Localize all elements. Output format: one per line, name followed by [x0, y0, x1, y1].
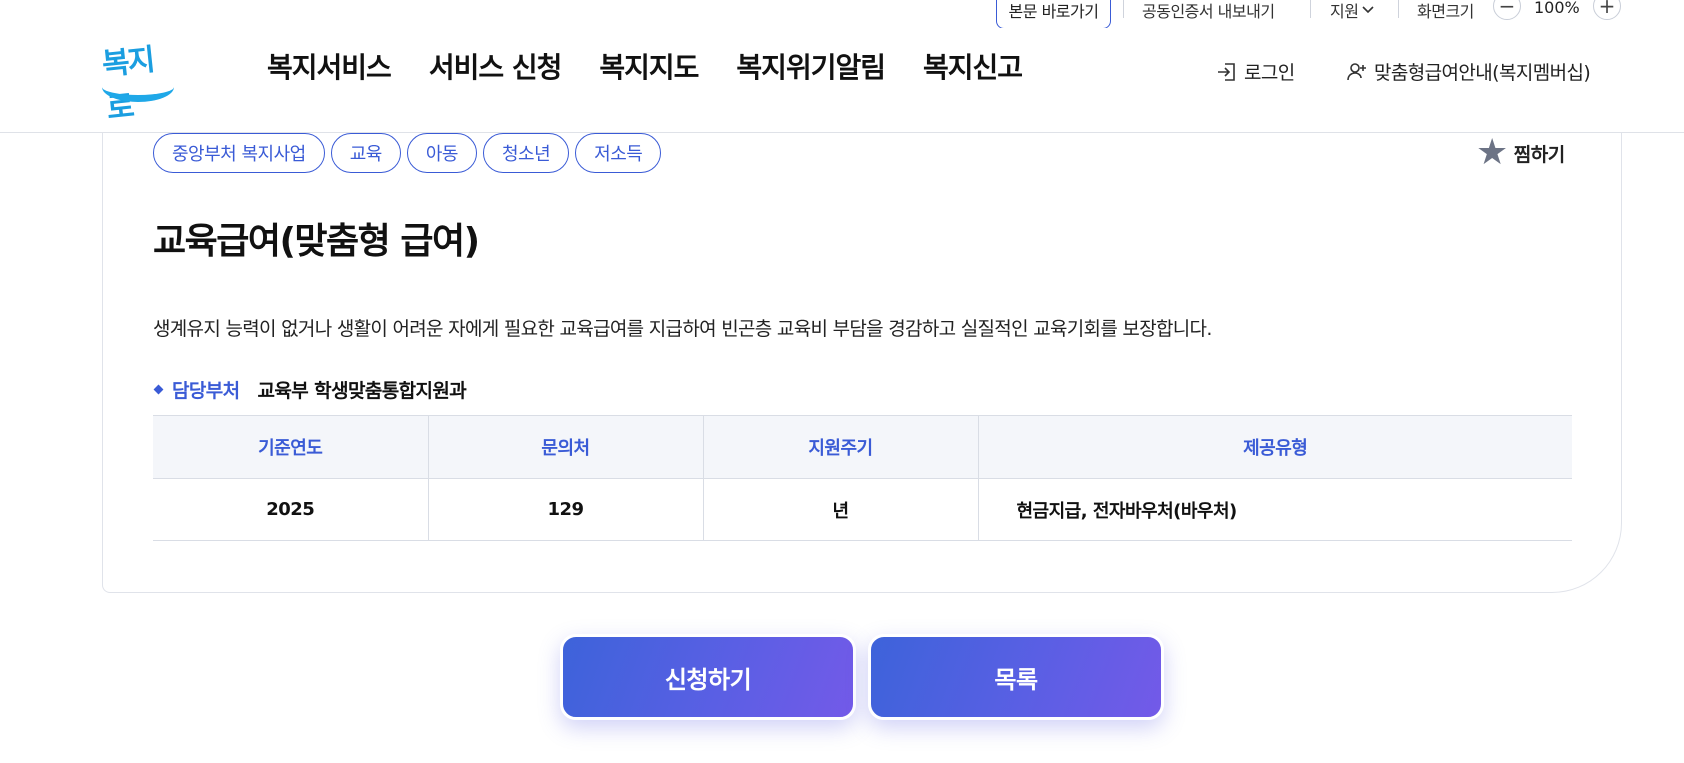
service-info-table: 기준연도 문의처 지원주기 제공유형 2025 129 년 현금지급, 전자바우…	[153, 415, 1572, 541]
nav-item-welfare-report[interactable]: 복지신고	[923, 46, 1023, 86]
header-base-year: 기준연도	[153, 415, 429, 479]
table-row: 2025 129 년 현금지급, 전자바우처(바우처)	[153, 478, 1572, 541]
tag-youth[interactable]: 청소년	[482, 133, 570, 173]
tag-education[interactable]: 교육	[330, 133, 401, 173]
utility-divider	[1398, 0, 1399, 18]
tag-children[interactable]: 아동	[406, 133, 477, 173]
user-add-icon	[1346, 61, 1368, 83]
language-dropdown[interactable]: 지원	[1330, 0, 1375, 22]
nav-item-crisis-alert[interactable]: 복지위기알림	[736, 46, 886, 86]
membership-label: 맞춤형급여안내(복지멤버십)	[1374, 62, 1591, 84]
screen-size-label: 화면크기	[1417, 2, 1474, 21]
cell-base-year: 2025	[153, 478, 429, 541]
service-description: 생계유지 능력이 없거나 생활이 어려운 자에게 필요한 교육급여를 지급하여 …	[153, 318, 1212, 340]
service-title: 교육급여(맞춤형 급여)	[153, 221, 480, 262]
header-provision-type: 제공유형	[978, 415, 1572, 479]
cell-provision-type: 현금지급, 전자바우처(바우처)	[978, 478, 1572, 541]
login-label: 로그인	[1244, 62, 1295, 84]
favorite-button[interactable]: ★ 찜하기	[1476, 135, 1565, 171]
nav-item-welfare-map[interactable]: 복지지도	[599, 46, 699, 86]
site-header: 복지로 복지서비스 서비스 신청 복지지도 복지위기알림 복지신고 로그인 맞춤…	[0, 28, 1684, 133]
utility-divider	[1123, 0, 1124, 18]
utility-divider	[1310, 0, 1311, 18]
plus-icon: +	[1598, 0, 1616, 18]
department-label: 담당부처	[172, 380, 240, 402]
star-icon: ★	[1476, 132, 1508, 173]
language-label: 지원	[1330, 2, 1359, 21]
cell-contact: 129	[428, 478, 704, 541]
utility-bar: 본문 바로가기 공동인증서 내보내기 지원 화면크기 − 100% +	[0, 0, 1684, 29]
skip-to-content-link[interactable]: 본문 바로가기	[996, 0, 1111, 29]
favorite-label: 찜하기	[1513, 143, 1565, 166]
minus-icon: −	[1498, 0, 1516, 18]
list-button[interactable]: 목록	[868, 634, 1164, 720]
membership-link[interactable]: 맞춤형급여안내(복지멤버십)	[1346, 58, 1591, 85]
chevron-down-icon	[1362, 3, 1375, 17]
category-tags: 중앙부처 복지사업 교육 아동 청소년 저소득	[153, 133, 662, 173]
tag-low-income[interactable]: 저소득	[575, 133, 662, 173]
header-support-cycle: 지원주기	[703, 415, 979, 479]
table-header-row: 기준연도 문의처 지원주기 제공유형	[153, 415, 1572, 479]
cell-support-cycle: 년	[703, 478, 979, 541]
logo-smile-icon	[102, 72, 174, 102]
main-nav: 복지서비스 서비스 신청 복지지도 복지위기알림 복지신고	[267, 46, 1023, 86]
site-logo[interactable]: 복지로	[100, 34, 176, 127]
login-icon	[1216, 61, 1238, 83]
nav-item-service-application[interactable]: 서비스 신청	[429, 46, 563, 86]
cert-export-link[interactable]: 공동인증서 내보내기	[1142, 0, 1275, 22]
department-value: 교육부 학생맞춤통합지원과	[257, 380, 467, 402]
nav-item-welfare-services[interactable]: 복지서비스	[267, 46, 392, 86]
diamond-bullet-icon	[153, 384, 164, 395]
login-link[interactable]: 로그인	[1216, 58, 1295, 85]
department-info: 담당부처 교육부 학생맞춤통합지원과	[153, 376, 467, 403]
apply-button[interactable]: 신청하기	[560, 634, 856, 720]
zoom-in-button[interactable]: +	[1593, 0, 1621, 20]
zoom-level: 100%	[1534, 0, 1580, 17]
tag-central-ministry[interactable]: 중앙부처 복지사업	[153, 133, 325, 173]
action-buttons: 신청하기 목록	[560, 634, 1164, 720]
zoom-out-button[interactable]: −	[1493, 0, 1521, 20]
header-contact: 문의처	[428, 415, 704, 479]
